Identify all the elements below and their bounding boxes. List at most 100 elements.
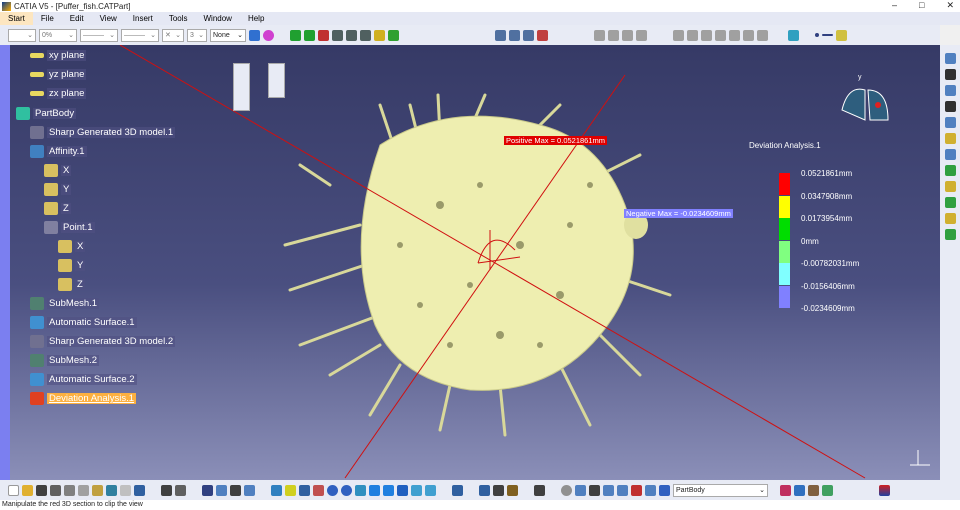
- tool-icon[interactable]: [944, 197, 956, 208]
- menu-file[interactable]: File: [33, 12, 62, 25]
- tree-item[interactable]: PartBody: [16, 107, 77, 120]
- tool-icon[interactable]: [537, 29, 548, 41]
- transparency-combo[interactable]: 0% ⌄: [39, 28, 77, 42]
- tree-item[interactable]: Y: [58, 259, 86, 272]
- rotate-icon[interactable]: [313, 484, 324, 496]
- tool-icon[interactable]: [244, 484, 255, 496]
- tree-item[interactable]: Z: [44, 202, 71, 215]
- open-icon[interactable]: [22, 484, 33, 496]
- plane-icon[interactable]: [836, 29, 847, 41]
- tree-item[interactable]: Z: [58, 278, 85, 291]
- tool-icon[interactable]: [687, 29, 698, 41]
- tree-item[interactable]: Y: [44, 183, 72, 196]
- current-body-combo[interactable]: PartBody ⌄: [673, 483, 768, 497]
- constraint-icon[interactable]: [318, 29, 329, 41]
- tree-item[interactable]: Affinity.1: [30, 145, 87, 158]
- redo-icon[interactable]: [120, 484, 131, 496]
- tool-icon[interactable]: [608, 29, 619, 41]
- graphic-properties-icon[interactable]: [263, 29, 274, 41]
- normal-view-icon[interactable]: [355, 484, 366, 496]
- search-icon[interactable]: [175, 484, 186, 496]
- tool-icon[interactable]: [493, 484, 504, 496]
- tool-icon[interactable]: [701, 29, 712, 41]
- tool-icon[interactable]: [202, 484, 213, 496]
- tool-icon[interactable]: [561, 484, 572, 496]
- measure-icon[interactable]: [332, 29, 343, 41]
- paste-icon[interactable]: [92, 484, 103, 496]
- tool-icon[interactable]: [944, 117, 956, 128]
- select-icon[interactable]: [944, 69, 956, 80]
- linetype-combo[interactable]: ——— ⌄: [80, 28, 118, 42]
- menu-edit[interactable]: Edit: [62, 12, 92, 25]
- tool-icon[interactable]: [757, 29, 768, 41]
- point-icon[interactable]: [815, 33, 819, 37]
- tool-icon[interactable]: [617, 484, 628, 496]
- tree-item[interactable]: SubMesh.2: [30, 354, 100, 367]
- ruler-icon[interactable]: [374, 29, 385, 41]
- tool-icon[interactable]: [944, 229, 956, 240]
- tool-icon[interactable]: [523, 29, 534, 41]
- cut-icon[interactable]: [64, 484, 75, 496]
- tool-icon[interactable]: [673, 29, 684, 41]
- tool-icon[interactable]: [944, 85, 956, 96]
- tree-item[interactable]: Sharp Generated 3D model.1: [30, 126, 176, 139]
- tree-item[interactable]: Automatic Surface.1: [30, 316, 137, 329]
- menu-tools[interactable]: Tools: [161, 12, 196, 25]
- tree-item[interactable]: zx plane: [30, 88, 87, 99]
- move-icon[interactable]: [304, 29, 315, 41]
- tree-item[interactable]: Sharp Generated 3D model.2: [30, 335, 176, 348]
- tree-item[interactable]: X: [44, 164, 72, 177]
- tool-icon[interactable]: [216, 484, 227, 496]
- copy-icon[interactable]: [78, 484, 89, 496]
- save-icon[interactable]: [36, 484, 47, 496]
- fit-all-icon[interactable]: [285, 484, 296, 496]
- tool-icon[interactable]: [743, 29, 754, 41]
- analysis-icon[interactable]: [388, 29, 399, 41]
- tool-icon[interactable]: [944, 133, 956, 144]
- line-icon[interactable]: [822, 34, 833, 36]
- print-icon[interactable]: [50, 484, 61, 496]
- tool-icon[interactable]: [808, 484, 819, 496]
- close-button[interactable]: ✕: [946, 0, 954, 11]
- tool-icon[interactable]: [575, 484, 586, 496]
- tool-icon[interactable]: [944, 165, 956, 176]
- measure-icon[interactable]: [346, 29, 357, 41]
- tool-icon[interactable]: [603, 484, 614, 496]
- color-combo[interactable]: ⌄: [8, 28, 36, 42]
- tool-icon[interactable]: [780, 484, 791, 496]
- hide-show-icon[interactable]: [411, 484, 422, 496]
- layer-combo[interactable]: None ⌄: [210, 28, 246, 42]
- line-weight-combo[interactable]: 3 ⌄: [187, 28, 207, 42]
- pan-icon[interactable]: [299, 484, 310, 496]
- 3d-viewport[interactable]: y xy plane yz plane zx plane PartBody Sharp …: [0, 45, 940, 480]
- floating-toolbar[interactable]: [268, 63, 285, 98]
- tool-icon[interactable]: [944, 213, 956, 224]
- tool-icon[interactable]: [589, 484, 600, 496]
- tool-icon[interactable]: [230, 484, 241, 496]
- tool-icon[interactable]: [729, 29, 740, 41]
- tool-icon[interactable]: [645, 484, 656, 496]
- swap-space-icon[interactable]: [425, 484, 436, 496]
- iso-view-icon[interactable]: [383, 484, 394, 496]
- zoom-out-icon[interactable]: [341, 484, 352, 496]
- maximize-button[interactable]: □: [919, 0, 924, 11]
- thickness-combo[interactable]: ——— ⌄: [121, 28, 159, 42]
- tool-icon[interactable]: [944, 149, 956, 160]
- formula-icon[interactable]: [161, 484, 172, 496]
- tree-item[interactable]: xy plane: [30, 50, 87, 61]
- tree-item[interactable]: Automatic Surface.2: [30, 373, 137, 386]
- minimize-button[interactable]: –: [892, 0, 897, 11]
- menu-view[interactable]: View: [92, 12, 125, 25]
- tree-item[interactable]: Deviation Analysis.1: [30, 392, 137, 405]
- tool-icon[interactable]: [715, 29, 726, 41]
- tool-icon[interactable]: [944, 101, 956, 112]
- tool-icon[interactable]: [659, 484, 670, 496]
- move-icon[interactable]: [290, 29, 301, 41]
- undo-icon[interactable]: [106, 484, 117, 496]
- menu-insert[interactable]: Insert: [125, 12, 161, 25]
- menu-start[interactable]: Start: [0, 12, 33, 25]
- tool-icon[interactable]: [452, 484, 463, 496]
- tree-scrollbar[interactable]: [0, 45, 10, 480]
- zoom-in-icon[interactable]: [327, 484, 338, 496]
- measure-icon[interactable]: [360, 29, 371, 41]
